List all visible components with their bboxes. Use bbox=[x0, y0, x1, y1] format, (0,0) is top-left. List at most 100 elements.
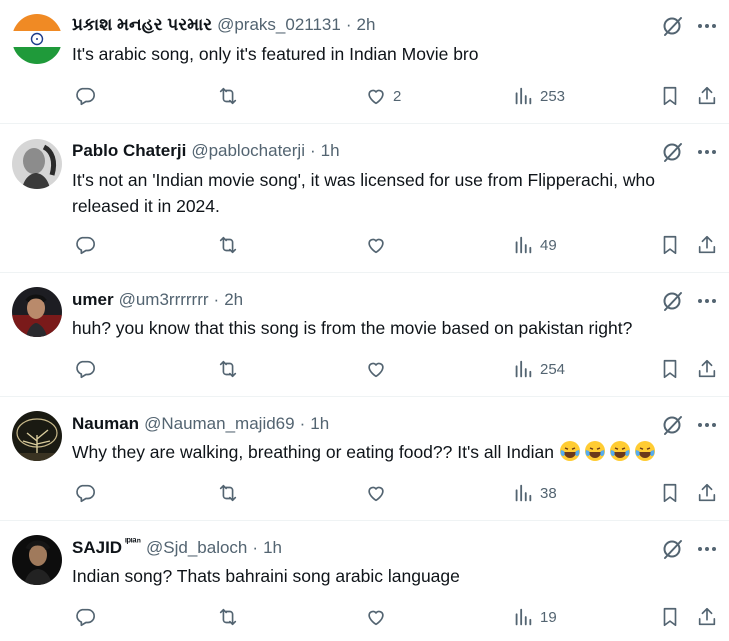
views-count: 38 bbox=[540, 484, 557, 502]
share-button[interactable] bbox=[696, 232, 718, 258]
tweet-text-block: Why they are walking, breathing or eatin… bbox=[72, 439, 715, 465]
views-button[interactable]: 49 bbox=[512, 232, 557, 258]
avatar[interactable] bbox=[12, 411, 62, 461]
timestamp[interactable]: 2h bbox=[357, 15, 376, 35]
tweet[interactable]: Pablo Chaterji @pablochaterji · 1h It's … bbox=[0, 124, 729, 273]
views-count: 49 bbox=[540, 236, 557, 254]
grok-icon[interactable] bbox=[661, 537, 685, 561]
more-icon[interactable] bbox=[695, 413, 719, 437]
like-button[interactable]: 2 bbox=[365, 83, 401, 109]
views-icon bbox=[515, 484, 532, 502]
author-handle[interactable]: @Sjd_baloch bbox=[146, 538, 247, 558]
share-icon bbox=[698, 86, 716, 105]
reply-button[interactable] bbox=[74, 604, 102, 630]
avatar[interactable] bbox=[12, 14, 62, 64]
like-button[interactable] bbox=[365, 480, 393, 506]
like-button[interactable] bbox=[365, 604, 393, 630]
reply-icon bbox=[76, 236, 95, 255]
tweet[interactable]: umer @um3rrrrrrr · 2h huh? you know that… bbox=[0, 273, 729, 397]
share-button[interactable] bbox=[696, 480, 718, 506]
avatar[interactable] bbox=[12, 535, 62, 585]
bookmark-button[interactable] bbox=[659, 480, 681, 506]
retweet-icon bbox=[219, 360, 237, 378]
author-name[interactable]: SAJID bbox=[72, 538, 122, 558]
tweet[interactable]: Nauman @Nauman_majid69 · 1h Why they are… bbox=[0, 397, 729, 521]
views-button[interactable]: 19 bbox=[512, 604, 557, 630]
tweet-actions: 2 253 bbox=[72, 83, 729, 109]
reply-icon bbox=[76, 87, 95, 106]
bookmark-button[interactable] bbox=[659, 232, 681, 258]
bookmark-icon bbox=[663, 359, 677, 379]
tweet[interactable]: પ્રકાશ મનહર પરમાર @praks_021131 · 2h It'… bbox=[0, 0, 729, 124]
tweet-actions: 19 bbox=[72, 604, 729, 630]
tweet-text: Indian song? Thats bahraini song arabic … bbox=[72, 566, 460, 586]
share-button[interactable] bbox=[696, 356, 718, 382]
share-icon bbox=[698, 235, 716, 254]
retweet-button[interactable] bbox=[217, 232, 245, 258]
separator-dot: · bbox=[213, 290, 220, 309]
tweet-actions: 49 bbox=[72, 232, 729, 258]
share-button[interactable] bbox=[696, 604, 718, 630]
like-icon bbox=[368, 610, 384, 626]
reply-feed: પ્રકાશ મનહર પરમાર @praks_021131 · 2h It'… bbox=[0, 0, 729, 641]
tweet[interactable]: SAJID ᶦᵖᶦᵃⁿ @Sjd_baloch · 1h Indian song… bbox=[0, 521, 729, 641]
retweet-icon bbox=[219, 608, 237, 626]
author-name[interactable]: Nauman bbox=[72, 414, 139, 434]
reply-button[interactable] bbox=[74, 232, 102, 258]
author-handle[interactable]: @praks_021131 bbox=[217, 15, 341, 35]
grok-icon[interactable] bbox=[661, 140, 685, 164]
bookmark-icon bbox=[663, 235, 677, 255]
author-handle[interactable]: @um3rrrrrrr bbox=[119, 290, 209, 310]
grok-icon[interactable] bbox=[661, 413, 685, 437]
timestamp[interactable]: 2h bbox=[224, 290, 243, 310]
more-icon[interactable] bbox=[695, 537, 719, 561]
avatar[interactable] bbox=[12, 139, 62, 189]
share-button[interactable] bbox=[696, 83, 718, 109]
views-button[interactable]: 253 bbox=[512, 83, 565, 109]
reply-button[interactable] bbox=[74, 480, 102, 506]
retweet-button[interactable] bbox=[217, 480, 245, 506]
bookmark-icon bbox=[663, 86, 677, 106]
grok-icon[interactable] bbox=[661, 289, 685, 313]
author-name[interactable]: પ્રકાશ મનહર પરમાર bbox=[72, 15, 212, 35]
bookmark-button[interactable] bbox=[659, 83, 681, 109]
bookmark-button[interactable] bbox=[659, 604, 681, 630]
like-icon bbox=[368, 362, 384, 378]
timestamp[interactable]: 1h bbox=[321, 141, 340, 161]
author-name[interactable]: umer bbox=[72, 290, 114, 310]
reply-button[interactable] bbox=[74, 356, 102, 382]
more-icon[interactable] bbox=[695, 289, 719, 313]
share-icon bbox=[698, 359, 716, 378]
timestamp[interactable]: 1h bbox=[263, 538, 282, 558]
retweet-button[interactable] bbox=[217, 83, 245, 109]
separator-dot: · bbox=[345, 15, 352, 34]
author-handle[interactable]: @pablochaterji bbox=[191, 141, 305, 161]
author-handle[interactable]: @Nauman_majid69 bbox=[144, 414, 295, 434]
more-icon[interactable] bbox=[695, 140, 719, 164]
views-button[interactable]: 38 bbox=[512, 480, 557, 506]
retweet-button[interactable] bbox=[217, 356, 245, 382]
portrait-dark-avatar bbox=[12, 535, 62, 585]
reply-icon bbox=[76, 608, 95, 627]
timestamp[interactable]: 1h bbox=[310, 414, 329, 434]
bookmark-icon bbox=[663, 483, 677, 503]
grok-icon[interactable] bbox=[661, 14, 685, 38]
retweet-icon bbox=[219, 87, 237, 105]
avatar[interactable] bbox=[12, 287, 62, 337]
author-name[interactable]: Pablo Chaterji bbox=[72, 141, 186, 161]
like-button[interactable] bbox=[365, 232, 393, 258]
separator-dot: · bbox=[252, 538, 259, 557]
views-button[interactable]: 254 bbox=[512, 356, 565, 382]
views-count: 253 bbox=[540, 87, 566, 105]
tweet-actions: 254 bbox=[72, 356, 729, 382]
more-icon[interactable] bbox=[695, 14, 719, 38]
retweet-icon bbox=[219, 484, 237, 502]
retweet-button[interactable] bbox=[217, 604, 245, 630]
like-button[interactable] bbox=[365, 356, 393, 382]
tree-night-avatar bbox=[12, 411, 62, 461]
retweet-icon bbox=[219, 236, 237, 254]
like-count: 2 bbox=[393, 87, 402, 105]
reply-button[interactable] bbox=[74, 83, 102, 109]
reply-icon bbox=[76, 360, 95, 379]
bookmark-button[interactable] bbox=[659, 356, 681, 382]
